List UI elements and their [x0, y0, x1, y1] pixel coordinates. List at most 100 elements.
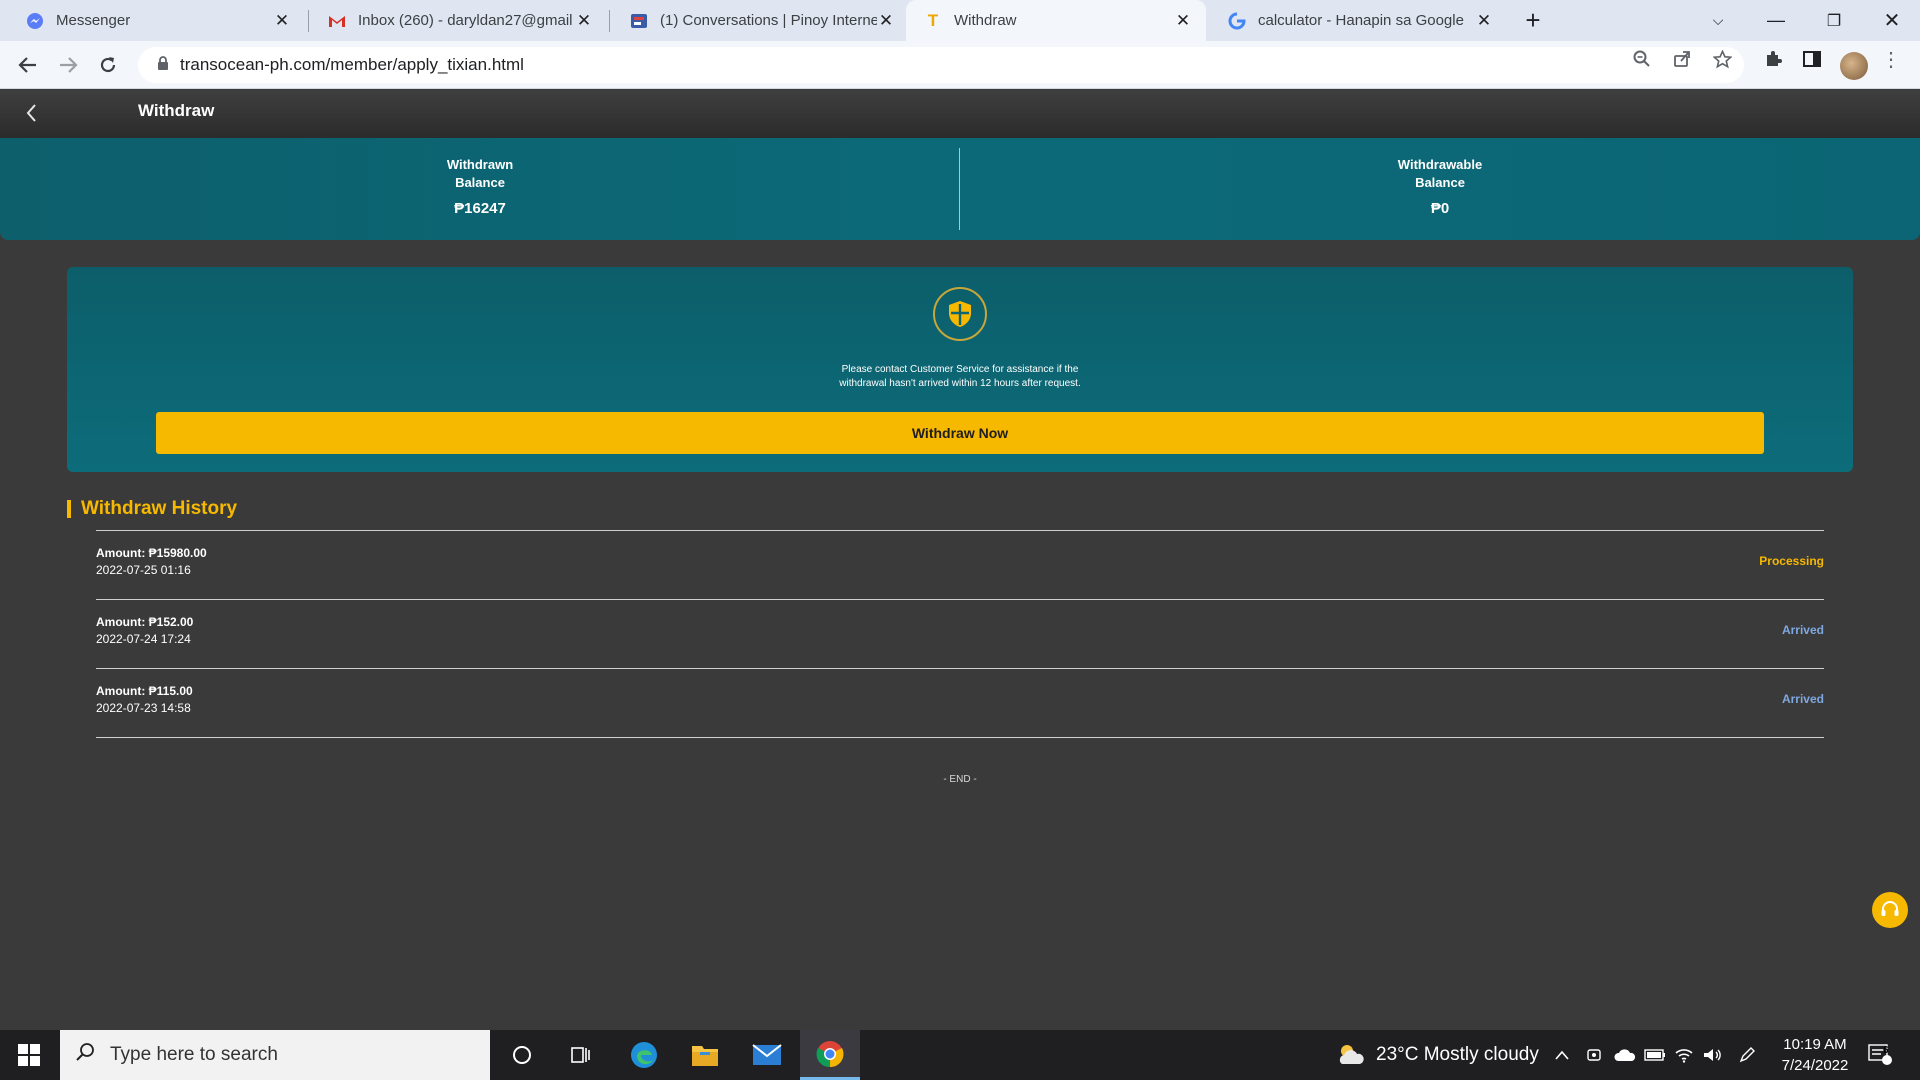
- forward-button[interactable]: [54, 51, 82, 79]
- onedrive-cloud-icon[interactable]: [1614, 1030, 1636, 1080]
- extensions-icon[interactable]: [1762, 48, 1784, 70]
- weather-text: 23°C Mostly cloudy: [1376, 1044, 1539, 1065]
- history-row[interactable]: Amount: ₱115.00 2022-07-23 14:58 Arrived: [96, 669, 1824, 738]
- label-line: Balance: [455, 175, 505, 190]
- pen-workspace-icon[interactable]: [1738, 1030, 1756, 1080]
- file-explorer-icon[interactable]: [675, 1030, 735, 1080]
- withdrawable-balance-value: ₱0: [1430, 200, 1450, 217]
- withdraw-now-button[interactable]: Withdraw Now: [156, 412, 1764, 454]
- history-date: 2022-07-25 01:16: [96, 563, 191, 577]
- page-title: Withdraw: [138, 101, 215, 120]
- history-amount: Amount: ₱152.00: [96, 615, 194, 629]
- balance-panel: Withdrawn Balance ₱16247 Withdrawable Ba…: [0, 138, 1920, 240]
- volume-icon[interactable]: [1702, 1030, 1722, 1080]
- lock-icon: [146, 56, 180, 74]
- heading-accent-bar: [67, 500, 71, 518]
- clock-date: 7/24/2022: [1781, 1057, 1849, 1074]
- reload-button[interactable]: [94, 51, 122, 79]
- label-line: Withdrawn: [446, 157, 514, 172]
- status-badge: Arrived: [1781, 623, 1824, 637]
- notification-count: 6: [1883, 1045, 1889, 1056]
- forum-icon: [630, 12, 648, 30]
- system-clock[interactable]: 10:19 AM 7/24/2022: [1770, 1034, 1860, 1076]
- start-button[interactable]: [0, 1030, 58, 1080]
- close-tab-icon[interactable]: ✕: [1475, 11, 1493, 31]
- tab-search-chevron-icon[interactable]: ⌵: [1690, 0, 1746, 41]
- mail-icon[interactable]: [737, 1030, 797, 1080]
- tab-title: Withdraw: [954, 12, 1017, 29]
- history-row[interactable]: Amount: ₱15980.00 2022-07-25 01:16 Proce…: [96, 531, 1824, 600]
- customer-service-button[interactable]: [1872, 892, 1908, 928]
- withdrawable-balance: Withdrawable Balance ₱0: [960, 138, 1920, 240]
- minimize-button[interactable]: —: [1748, 0, 1804, 41]
- tab-withdraw[interactable]: T Withdraw ✕: [906, 0, 1206, 41]
- windows-taskbar: Type here to search 23°C Mostly cloudy 1…: [0, 1030, 1920, 1080]
- label-line: Balance: [1415, 175, 1465, 190]
- browser-toolbar: transocean-ph.com/member/apply_tixian.ht…: [0, 41, 1920, 89]
- tab-conversations[interactable]: (1) Conversations | Pinoy Interne ✕: [612, 0, 909, 41]
- back-chevron-icon[interactable]: [22, 100, 48, 128]
- messenger-icon: [26, 12, 44, 30]
- share-icon[interactable]: [1671, 48, 1693, 70]
- wifi-icon[interactable]: [1674, 1030, 1694, 1080]
- withdrawable-balance-label: Withdrawable Balance: [960, 156, 1920, 192]
- history-amount: Amount: ₱115.00: [96, 684, 193, 698]
- restore-button[interactable]: ❐: [1806, 0, 1862, 41]
- headset-icon: [1881, 901, 1899, 916]
- chrome-icon[interactable]: [800, 1030, 860, 1080]
- browser-tab-strip: Messenger ✕ Inbox (260) - daryldan27@gma…: [0, 0, 1920, 41]
- task-view-icon[interactable]: [550, 1030, 610, 1080]
- close-tab-icon[interactable]: ✕: [273, 11, 291, 31]
- notice-line: withdrawal hasn't arrived within 12 hour…: [839, 378, 1081, 389]
- list-end-marker: - END -: [943, 774, 977, 785]
- notification-center-icon[interactable]: 6: [1868, 1030, 1892, 1080]
- page-content: Withdraw Withdrawn Balance ₱16247 Withdr…: [0, 90, 1920, 1030]
- side-panel-icon[interactable]: [1801, 48, 1823, 70]
- forward-arrow-icon: [60, 57, 78, 73]
- windows-logo-icon: [18, 1044, 40, 1066]
- shield-icon: [933, 287, 987, 341]
- withdraw-history-heading: Withdraw History: [67, 498, 237, 520]
- withdrawn-balance-value: ₱16247: [454, 200, 506, 217]
- url-text: transocean-ph.com/member/apply_tixian.ht…: [180, 55, 524, 74]
- history-row[interactable]: Amount: ₱152.00 2022-07-24 17:24 Arrived: [96, 600, 1824, 669]
- withdrawn-balance-label: Withdrawn Balance: [0, 156, 960, 192]
- withdraw-notice-card: Please contact Customer Service for assi…: [67, 267, 1853, 472]
- withdrawn-balance: Withdrawn Balance ₱16247: [0, 138, 960, 240]
- menu-kebab-icon[interactable]: ⋮: [1880, 48, 1902, 71]
- address-bar[interactable]: transocean-ph.com/member/apply_tixian.ht…: [138, 47, 1744, 83]
- history-date: 2022-07-23 14:58: [96, 701, 191, 715]
- close-tab-icon[interactable]: ✕: [1174, 11, 1192, 31]
- profile-avatar[interactable]: [1840, 52, 1868, 80]
- tab-title: Messenger: [56, 12, 131, 29]
- tab-separator: [308, 10, 309, 32]
- show-hidden-icons-chevron-icon[interactable]: [1554, 1030, 1570, 1080]
- taskbar-search-input[interactable]: Type here to search: [60, 1030, 490, 1080]
- close-tab-icon[interactable]: ✕: [575, 11, 593, 31]
- close-tab-icon[interactable]: ✕: [877, 11, 895, 31]
- edge-icon[interactable]: [614, 1030, 674, 1080]
- clock-time: 10:19 AM: [1783, 1036, 1847, 1053]
- battery-icon[interactable]: [1644, 1030, 1666, 1080]
- search-placeholder: Type here to search: [110, 1044, 278, 1065]
- gmail-icon: [328, 12, 346, 30]
- meet-now-icon[interactable]: [1586, 1030, 1602, 1080]
- new-tab-button[interactable]: +: [1518, 6, 1548, 36]
- cortana-icon[interactable]: [492, 1030, 552, 1080]
- zoom-icon[interactable]: [1631, 48, 1653, 70]
- close-window-button[interactable]: ✕: [1864, 0, 1920, 41]
- tab-title: calculator - Hanapin sa Google: [1258, 12, 1464, 29]
- label-line: Withdrawable: [1397, 157, 1483, 172]
- bookmark-star-icon[interactable]: [1711, 48, 1733, 70]
- tab-separator: [609, 10, 610, 32]
- tab-gmail[interactable]: Inbox (260) - daryldan27@gmail ✕: [310, 0, 607, 41]
- back-button[interactable]: [14, 51, 42, 79]
- tab-google-calculator[interactable]: calculator - Hanapin sa Google ✕: [1210, 0, 1507, 41]
- history-amount: Amount: ₱15980.00: [96, 546, 207, 560]
- site-icon: T: [927, 10, 939, 30]
- weather-widget[interactable]: 23°C Mostly cloudy: [1336, 1030, 1539, 1080]
- tab-messenger[interactable]: Messenger ✕: [8, 0, 305, 41]
- history-title: Withdraw History: [81, 498, 238, 519]
- history-date: 2022-07-24 17:24: [96, 632, 191, 646]
- back-arrow-icon: [18, 57, 36, 73]
